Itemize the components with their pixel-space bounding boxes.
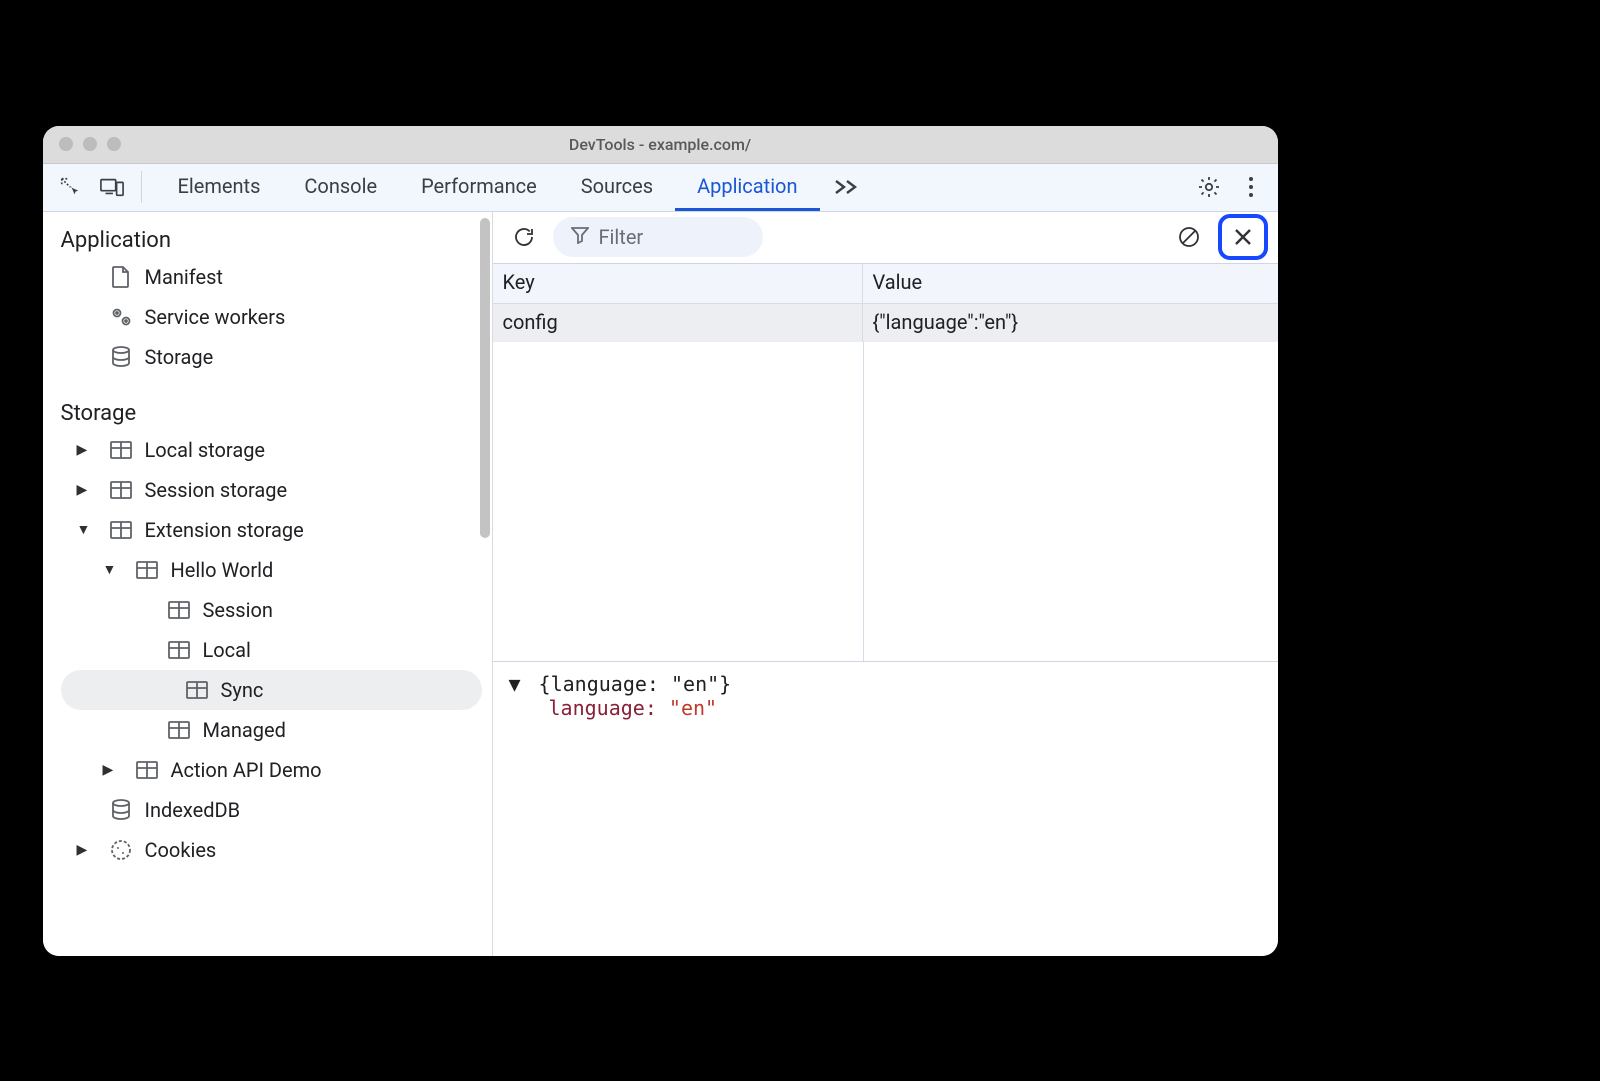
table-empty-area: [493, 342, 1278, 662]
tab-performance[interactable]: Performance: [399, 164, 559, 211]
storage-table: Key Value config {"language":"en"}: [493, 264, 1278, 662]
chevron-right-icon: ▶: [77, 442, 97, 458]
tab-sources[interactable]: Sources: [559, 164, 675, 211]
preview-summary-row[interactable]: ▼ {language: "en"}: [509, 672, 1262, 696]
sidebar-item-hello-world[interactable]: ▼ Hello World: [43, 550, 492, 590]
chevron-right-icon: ▶: [103, 762, 123, 778]
titlebar: DevTools - example.com/: [43, 126, 1278, 164]
panel-tabs: Elements Console Performance Sources App…: [156, 164, 820, 211]
sidebar-item-label: Managed: [203, 718, 286, 742]
sidebar-item-label: Local storage: [145, 438, 266, 462]
cell-key[interactable]: config: [493, 304, 863, 342]
delete-selected-highlight: [1218, 214, 1268, 260]
group-storage: Storage: [43, 393, 492, 430]
sidebar-item-action-api-demo[interactable]: ▶ Action API Demo: [43, 750, 492, 790]
chevron-down-icon: ▼: [77, 521, 97, 538]
application-sidebar: Application Manifest Service workers Sto…: [43, 212, 493, 956]
table-icon: [135, 761, 159, 779]
sidebar-item-label: Session: [203, 598, 273, 622]
chevron-right-icon: ▶: [77, 842, 97, 858]
database-icon: [109, 346, 133, 368]
preview-prop-key: language:: [549, 696, 657, 720]
sidebar-item-label: Sync: [221, 678, 264, 702]
clear-all-icon[interactable]: [1172, 220, 1206, 254]
sidebar-item-label: Cookies: [145, 838, 217, 862]
refresh-icon[interactable]: [507, 220, 541, 254]
sidebar-item-cookies[interactable]: ▶ Cookies: [43, 830, 492, 870]
table-icon: [135, 561, 159, 579]
filter-input[interactable]: Filter: [553, 217, 764, 257]
sidebar-item-label: Service workers: [145, 305, 286, 329]
group-application: Application: [43, 220, 492, 257]
storage-toolbar: Filter: [493, 212, 1278, 264]
database-icon: [109, 799, 133, 821]
preview-prop-value: "en": [669, 696, 717, 720]
sidebar-item-label: Extension storage: [145, 518, 304, 542]
inspect-element-icon[interactable]: [49, 166, 91, 208]
divider: [141, 171, 142, 203]
column-value-header[interactable]: Value: [863, 264, 1278, 303]
settings-gear-icon[interactable]: [1188, 166, 1230, 208]
preview-summary: {language: "en"}: [539, 672, 732, 696]
chevron-down-icon: ▼: [103, 561, 123, 578]
cell-value[interactable]: {"language":"en"}: [863, 304, 1278, 342]
column-key-header[interactable]: Key: [493, 264, 863, 303]
filter-icon: [571, 225, 589, 249]
tab-elements[interactable]: Elements: [156, 164, 283, 211]
table-icon: [185, 681, 209, 699]
sidebar-item-session-storage[interactable]: ▶ Session storage: [43, 470, 492, 510]
window-title: DevTools - example.com/: [43, 135, 1278, 154]
sidebar-item-extension-storage[interactable]: ▼ Extension storage: [43, 510, 492, 550]
filter-placeholder: Filter: [599, 225, 644, 249]
sidebar-item-label: Session storage: [145, 478, 288, 502]
devtools-window: DevTools - example.com/ Elements Console…: [43, 126, 1278, 956]
file-icon: [109, 266, 133, 288]
more-tabs-icon[interactable]: [820, 177, 872, 197]
storage-panel: Filter Key Value config: [493, 212, 1278, 956]
kebab-menu-icon[interactable]: [1230, 166, 1272, 208]
sidebar-item-label: Manifest: [145, 265, 223, 289]
sidebar-item-manifest[interactable]: Manifest: [43, 257, 492, 297]
sidebar-item-sync[interactable]: Sync: [61, 670, 482, 710]
chevron-right-icon: ▶: [77, 482, 97, 498]
table-icon: [109, 441, 133, 459]
sidebar-item-local[interactable]: Local: [43, 630, 492, 670]
sidebar-item-label: Local: [203, 638, 251, 662]
delete-selected-icon[interactable]: [1226, 220, 1260, 254]
table-icon: [167, 721, 191, 739]
table-icon: [109, 481, 133, 499]
cookie-icon: [109, 839, 133, 861]
table-icon: [167, 641, 191, 659]
scrollbar-thumb[interactable]: [480, 218, 490, 538]
tab-console[interactable]: Console: [282, 164, 399, 211]
sidebar-item-service-workers[interactable]: Service workers: [43, 297, 492, 337]
value-preview: ▼ {language: "en"} language: "en": [493, 662, 1278, 956]
table-row[interactable]: config {"language":"en"}: [493, 304, 1278, 342]
tab-application[interactable]: Application: [675, 164, 819, 211]
sidebar-item-indexeddb[interactable]: IndexedDB: [43, 790, 492, 830]
device-toolbar-icon[interactable]: [91, 166, 133, 208]
sidebar-item-managed[interactable]: Managed: [43, 710, 492, 750]
sidebar-item-label: Action API Demo: [171, 758, 322, 782]
sidebar-item-session[interactable]: Session: [43, 590, 492, 630]
sidebar-item-storage-overview[interactable]: Storage: [43, 337, 492, 377]
sidebar-item-local-storage[interactable]: ▶ Local storage: [43, 430, 492, 470]
sidebar-item-label: IndexedDB: [145, 798, 241, 822]
gears-icon: [109, 307, 133, 327]
table-icon: [167, 601, 191, 619]
preview-property-row[interactable]: language: "en": [509, 696, 1262, 720]
chevron-down-icon: ▼: [509, 672, 527, 696]
sidebar-item-label: Hello World: [171, 558, 274, 582]
sidebar-item-label: Storage: [145, 345, 214, 369]
tab-strip: Elements Console Performance Sources App…: [43, 164, 1278, 212]
table-icon: [109, 521, 133, 539]
